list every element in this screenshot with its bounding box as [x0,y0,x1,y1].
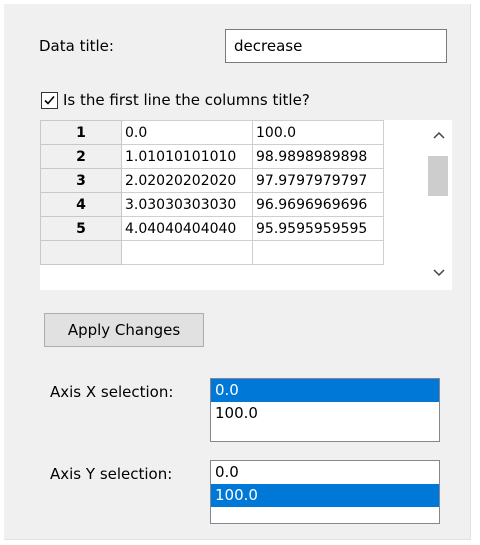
table-row: 2 1.01010101010 98.9898989898 [40,144,384,169]
apply-changes-button[interactable]: Apply Changes [44,313,204,347]
scrollbar-thumb[interactable] [428,156,448,196]
axis-x-listbox[interactable]: 0.0 100.0 [210,378,440,442]
chevron-down-icon[interactable] [425,258,452,288]
axis-y-listbox[interactable]: 0.0 100.0 [210,460,440,524]
grid-scrollbar[interactable] [425,120,452,290]
table-cell[interactable] [252,240,384,265]
table-row [40,240,384,265]
table-row: 5 4.04040404040 95.9595959595 [40,216,384,241]
table-row: 3 2.02020202020 97.9797979797 [40,168,384,193]
row-header[interactable]: 1 [40,120,122,145]
axis-y-option[interactable]: 100.0 [211,484,439,507]
first-line-title-checkbox-label: Is the first line the columns title? [63,91,310,109]
row-header[interactable]: 5 [40,216,122,241]
table-cell[interactable] [121,240,253,265]
table-cell[interactable]: 1.01010101010 [121,144,253,169]
settings-panel: Data title: decrease Is the first line t… [4,4,471,540]
data-title-label: Data title: [39,37,114,55]
axis-x-selection-label: Axis X selection: [50,383,174,401]
table-cell[interactable]: 4.04040404040 [121,216,253,241]
table-cell[interactable]: 100.0 [252,120,384,145]
table-cell[interactable]: 0.0 [121,120,253,145]
row-header[interactable]: 4 [40,192,122,217]
first-line-title-checkbox[interactable] [41,92,58,109]
table-cell[interactable]: 95.9595959595 [252,216,384,241]
data-title-input[interactable]: decrease [225,29,447,63]
row-header[interactable] [40,240,122,265]
table-cell[interactable]: 98.9898989898 [252,144,384,169]
row-header[interactable]: 3 [40,168,122,193]
checkmark-icon [44,95,55,105]
chevron-up-icon[interactable] [425,120,452,150]
axis-x-option[interactable]: 100.0 [211,402,439,425]
table-cell[interactable]: 96.9696969696 [252,192,384,217]
data-grid[interactable]: 1 0.0 100.0 2 1.01010101010 98.989898989… [40,120,452,290]
axis-y-selection-label: Axis Y selection: [50,465,173,483]
table-cell[interactable]: 3.03030303030 [121,192,253,217]
data-table: 1 0.0 100.0 2 1.01010101010 98.989898989… [40,120,384,265]
table-row: 4 3.03030303030 96.9696969696 [40,192,384,217]
table-cell[interactable]: 2.02020202020 [121,168,253,193]
axis-y-option[interactable]: 0.0 [211,461,439,484]
row-header[interactable]: 2 [40,144,122,169]
axis-x-option[interactable]: 0.0 [211,379,439,402]
table-cell[interactable]: 97.9797979797 [252,168,384,193]
table-row: 1 0.0 100.0 [40,120,384,145]
